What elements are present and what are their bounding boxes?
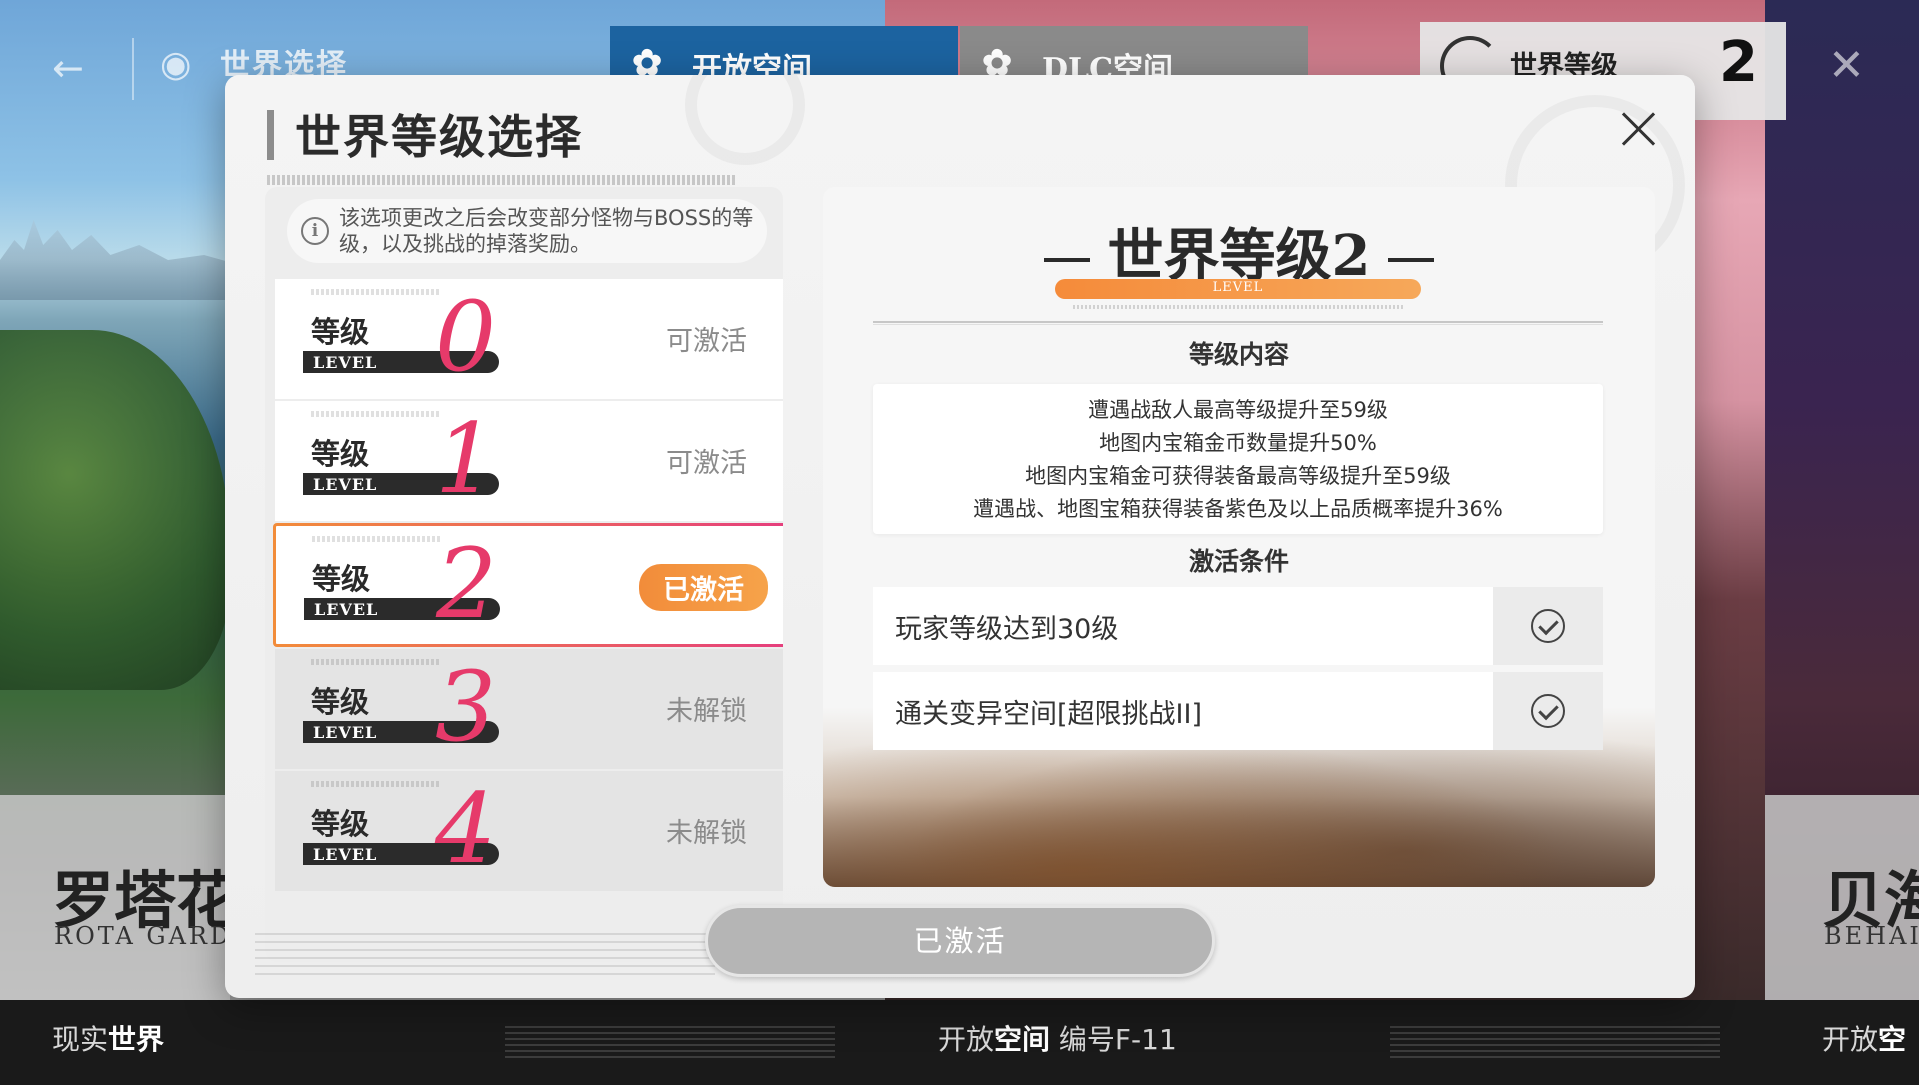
conditions-heading: 激活条件: [1188, 547, 1289, 576]
activate-button[interactable]: 已激活: [705, 905, 1215, 977]
decor-ring: [685, 75, 805, 165]
level-status-badge: 已激活: [639, 564, 768, 611]
nav-divider: [132, 38, 134, 100]
level-tag-text: LEVEL: [1212, 280, 1264, 295]
check-circle-icon: [1531, 694, 1565, 728]
title-dash: [1043, 258, 1090, 263]
effects-box: 遭遇战敌人最高等级提升至59级 地图内宝箱金币数量提升50% 地图内宝箱金可获得…: [873, 384, 1603, 534]
fine-print: [311, 411, 441, 417]
bottom-item-real-world[interactable]: 现实世界: [52, 1018, 164, 1058]
effect-line: 地图内宝箱金可获得装备最高等级提升至59级: [1025, 464, 1451, 488]
effects-heading: 等级内容: [1188, 340, 1289, 369]
bottom-right-prefix: 开放: [1822, 1023, 1879, 1056]
level-label: 等级: [311, 807, 370, 841]
notice-text: 该选项更改之后会改变部分怪物与BOSS的等级，以及挑战的掉落奖励。: [339, 206, 754, 256]
title-accent-bar: [267, 110, 274, 160]
condition-status-cell: [1493, 672, 1603, 750]
bottom-item-open-space-2[interactable]: 开放空: [1822, 1018, 1906, 1058]
level-label: 等级: [311, 315, 370, 349]
level-label: 等级: [311, 685, 370, 719]
trees: [0, 330, 230, 690]
level-label-en: LEVEL: [313, 845, 378, 864]
level-status: 可激活: [666, 448, 747, 479]
level-number: 4: [435, 773, 497, 885]
level-label: 等级: [311, 437, 370, 471]
level-number: 1: [435, 403, 497, 515]
bottom-left-bold: 世界: [108, 1023, 165, 1056]
close-icon[interactable]: [1615, 105, 1663, 153]
effect-line: 遭遇战敌人最高等级提升至59级: [1088, 398, 1388, 422]
level-card-2[interactable]: 等级 LEVEL 2 已激活: [273, 523, 783, 647]
fine-print: [1390, 1024, 1720, 1058]
fine-print: [312, 536, 442, 542]
bottom-left-prefix: 现实: [52, 1023, 109, 1056]
notice-banner: i 该选项更改之后会改变部分怪物与BOSS的等级，以及挑战的掉落奖励。: [287, 199, 767, 263]
bottom-mid-prefix: 开放: [938, 1023, 995, 1056]
fine-print: [311, 781, 441, 787]
city-skyline: [0, 220, 240, 300]
level-card-0[interactable]: 等级 LEVEL 0 可激活: [275, 279, 783, 399]
condition-row: 通关变异空间[超限挑战II]: [873, 672, 1603, 750]
condition-text: 通关变异空间[超限挑战II]: [895, 699, 1202, 730]
level-card-3[interactable]: 等级 LEVEL 3 未解锁: [275, 649, 783, 769]
world-card-right-subtitle: BEHAI: [1824, 922, 1919, 950]
fine-print: [311, 289, 441, 295]
level-card-1[interactable]: 等级 LEVEL 1 可激活: [275, 401, 783, 521]
level-number: 0: [435, 281, 497, 393]
level-number: 3: [435, 651, 497, 763]
bottom-item-open-space[interactable]: 开放空间 编号F-11: [938, 1018, 1177, 1058]
bottom-mid-bold: 空间: [994, 1023, 1051, 1056]
fine-print: [267, 175, 737, 185]
bottom-right-bold: 空: [1878, 1023, 1907, 1056]
effect-line: 遭遇战、地图宝箱获得装备紫色及以上品质概率提升36%: [973, 497, 1503, 521]
level-label-en: LEVEL: [313, 475, 378, 494]
world-level-value: 2: [1719, 30, 1758, 95]
condition-text: 玩家等级达到30级: [895, 614, 1119, 645]
fine-print: [505, 1024, 835, 1058]
modal-title: 世界等级选择: [295, 110, 583, 164]
level-status: 可激活: [666, 326, 747, 357]
condition-row: 玩家等级达到30级: [873, 587, 1603, 665]
level-card-4[interactable]: 等级 LEVEL 4 未解锁: [275, 771, 783, 891]
world-level-modal: 世界等级选择 i 该选项更改之后会改变部分怪物与BOSS的等级，以及挑战的掉落奖…: [225, 75, 1695, 998]
level-status: 未解锁: [666, 696, 747, 727]
info-icon: i: [301, 217, 329, 245]
level-label-en: LEVEL: [314, 600, 379, 619]
level-status: 未解锁: [666, 818, 747, 849]
title-dash: [1388, 258, 1435, 263]
level-label: 等级: [312, 562, 371, 596]
fine-print: [255, 930, 715, 975]
effect-line: 地图内宝箱金币数量提升50%: [1099, 431, 1377, 455]
close-icon[interactable]: ✕: [1828, 44, 1865, 88]
bottom-mid-suffix: 编号F-11: [1050, 1023, 1177, 1056]
location-pin-icon: ◉: [160, 44, 192, 85]
level-label-en: LEVEL: [313, 723, 378, 742]
back-arrow-icon[interactable]: ←: [52, 48, 92, 88]
level-detail-panel: 世界等级2 LEVEL 等级内容 遭遇战敌人最高等级提升至59级 地图内宝箱金币…: [823, 187, 1655, 887]
fine-print: [311, 659, 441, 665]
divider: [873, 321, 1603, 325]
check-circle-icon: [1531, 609, 1565, 643]
level-number: 2: [436, 528, 498, 640]
condition-status-cell: [1493, 587, 1603, 665]
world-card-left-subtitle: ROTA GARDE: [54, 922, 253, 950]
level-tag-bar: LEVEL: [1055, 279, 1421, 299]
level-label-en: LEVEL: [313, 353, 378, 372]
level-list-panel: i 该选项更改之后会改变部分怪物与BOSS的等级，以及挑战的掉落奖励。 等级 L…: [265, 187, 783, 962]
fine-print: [1073, 305, 1403, 309]
